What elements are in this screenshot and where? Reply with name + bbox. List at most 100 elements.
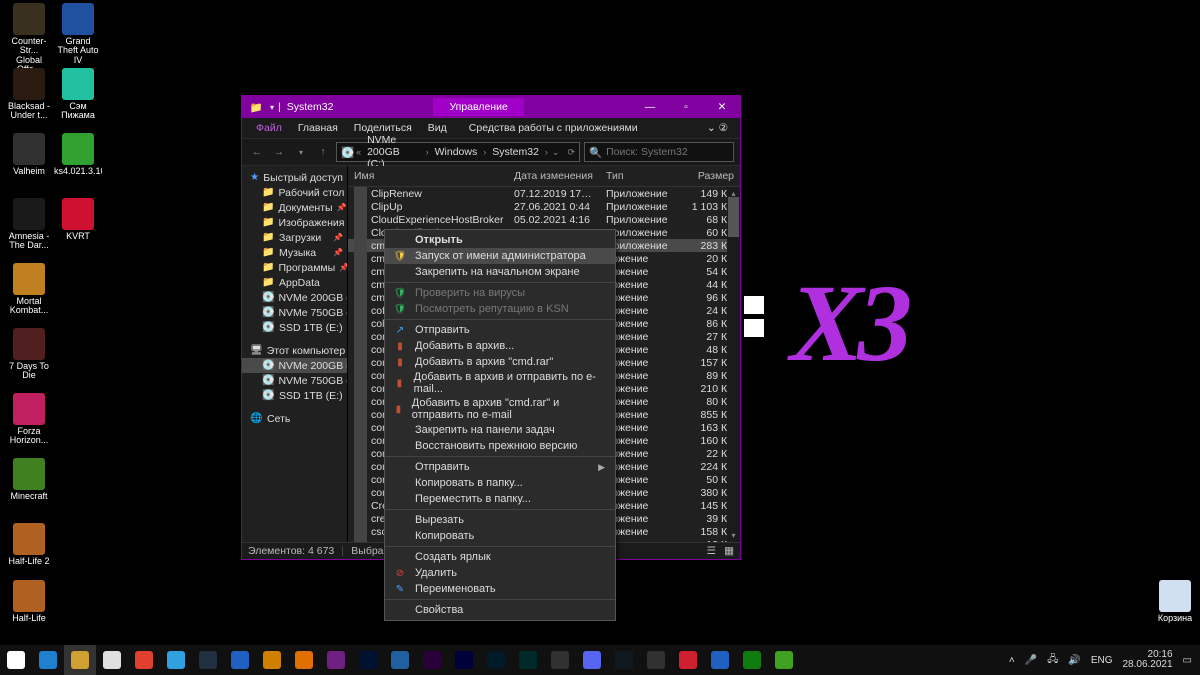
desktop-shortcut[interactable]: Blacksad - Under t...: [6, 68, 52, 121]
menu-item[interactable]: Отправить▶: [385, 459, 615, 475]
taskbar-app-start[interactable]: [0, 645, 32, 675]
taskbar-app-steam[interactable]: [192, 645, 224, 675]
menu-item[interactable]: ⊘Удалить: [385, 565, 615, 581]
search-input[interactable]: [606, 146, 741, 158]
tab-view[interactable]: Вид: [420, 119, 455, 137]
minimize-button[interactable]: —: [632, 96, 668, 118]
desktop-shortcut[interactable]: Mortal Kombat...: [6, 263, 52, 316]
menu-item[interactable]: Свойства: [385, 602, 615, 618]
nav-item[interactable]: 💽NVMe 200GB (C:): [242, 290, 347, 305]
desktop-shortcut[interactable]: Counter-Str... Global Offe...: [6, 3, 52, 75]
menu-item[interactable]: 🛡Запуск от имени администратора: [385, 248, 615, 264]
nav-item[interactable]: 💽NVMe 200GB (C:): [242, 358, 347, 373]
nav-this-pc[interactable]: 🖥Этот компьютер: [242, 343, 347, 358]
taskbar-app-discord[interactable]: [576, 645, 608, 675]
tab-app-tools[interactable]: Средства работы с приложениями: [461, 119, 646, 137]
menu-item[interactable]: Закрепить на начальном экране: [385, 264, 615, 280]
file-row[interactable]: ClipRenew07.12.2019 17:39Приложение149 К…: [348, 187, 740, 200]
menu-item[interactable]: ↗Отправить: [385, 322, 615, 338]
refresh-icon[interactable]: ⟳: [567, 147, 575, 158]
taskbar-app-steam2[interactable]: [608, 645, 640, 675]
volume-icon[interactable]: 🔊: [1068, 655, 1080, 666]
close-button[interactable]: ✕: [704, 96, 740, 118]
nav-item[interactable]: 📁Документы📌: [242, 200, 347, 215]
nav-item[interactable]: 📁Программы📌: [242, 260, 347, 275]
details-view-icon[interactable]: ☰: [707, 545, 716, 557]
tray-overflow-icon[interactable]: ˄: [1009, 655, 1015, 666]
file-row[interactable]: ClipUp27.06.2021 0:44Приложение1 103 КБ: [348, 200, 740, 213]
desktop-shortcut[interactable]: Half-Life: [6, 580, 52, 623]
desktop-shortcut[interactable]: Half-Life 2: [6, 523, 52, 566]
crumb-seg[interactable]: Windows: [431, 146, 482, 158]
network-icon[interactable]: 🖧: [1047, 652, 1058, 669]
breadcrumb[interactable]: 💽 « NVMe 200GB (C:) › Windows › System32…: [336, 142, 580, 162]
desktop-shortcut[interactable]: 7 Days To Die: [6, 328, 52, 381]
nav-item[interactable]: 📁Рабочий стол📌: [242, 185, 347, 200]
taskbar-app-djvu[interactable]: [320, 645, 352, 675]
taskbar-app-premiere[interactable]: [416, 645, 448, 675]
desktop-shortcut[interactable]: Forza Horizon...: [6, 393, 52, 446]
taskbar-app-explorer[interactable]: [64, 645, 96, 675]
taskbar-app-lightroom[interactable]: [480, 645, 512, 675]
taskbar-app-mpc[interactable]: [384, 645, 416, 675]
taskbar-app-aimp[interactable]: [256, 645, 288, 675]
language-indicator[interactable]: ENG: [1091, 655, 1113, 666]
context-menu[interactable]: Открыть🛡Запуск от имени администратораЗа…: [384, 229, 616, 621]
menu-item[interactable]: Переместить в папку...: [385, 491, 615, 507]
nav-item[interactable]: 📁AppData: [242, 275, 347, 290]
taskbar-app-notepad[interactable]: [96, 645, 128, 675]
taskbar-app-aftereffects[interactable]: [448, 645, 480, 675]
menu-item[interactable]: Создать ярлык: [385, 549, 615, 565]
nav-quick-access[interactable]: ★Быстрый доступ: [242, 170, 347, 185]
up-button[interactable]: ↑: [314, 143, 332, 161]
system-tray[interactable]: ˄ 🎤 🖧 🔊 ENG 20:16 28.06.2021 ▭: [1009, 650, 1200, 671]
taskbar-app-task-view[interactable]: [32, 645, 64, 675]
menu-item[interactable]: ✎Переименовать: [385, 581, 615, 597]
menu-item[interactable]: Восстановить прежнюю версию: [385, 438, 615, 454]
taskbar-app-chrome[interactable]: [128, 645, 160, 675]
desktop-shortcut[interactable]: Grand Theft Auto IV: [55, 3, 101, 65]
taskbar-app-vlc[interactable]: [288, 645, 320, 675]
desktop-shortcut[interactable]: Valheim: [6, 133, 52, 176]
taskbar-app-audition[interactable]: [512, 645, 544, 675]
nav-item[interactable]: 💽NVMe 750GB (D:): [242, 373, 347, 388]
desktop-shortcut[interactable]: KVRT: [55, 198, 101, 241]
nav-item[interactable]: 📁Музыка📌: [242, 245, 347, 260]
menu-item[interactable]: Закрепить на панели задач: [385, 422, 615, 438]
scroll-down-icon[interactable]: ▾: [727, 529, 740, 542]
col-size[interactable]: Размер: [682, 168, 740, 184]
menu-item[interactable]: ▮Добавить в архив "cmd.rar": [385, 354, 615, 370]
taskbar[interactable]: ˄ 🎤 🖧 🔊 ENG 20:16 28.06.2021 ▭: [0, 645, 1200, 675]
menu-item[interactable]: Копировать в папку...: [385, 475, 615, 491]
taskbar-app-utorrent[interactable]: [768, 645, 800, 675]
tiles-view-icon[interactable]: ▦: [724, 545, 734, 557]
forward-button[interactable]: →: [270, 143, 288, 161]
file-row[interactable]: CloudExperienceHostBroker05.02.2021 4:16…: [348, 213, 740, 226]
taskbar-app-battle[interactable]: [704, 645, 736, 675]
taskbar-app-xbox[interactable]: [736, 645, 768, 675]
desktop-shortcut[interactable]: Корзина: [1152, 580, 1198, 623]
tab-file[interactable]: Файл: [248, 119, 290, 137]
menu-item[interactable]: ▮Добавить в архив "cmd.rar" и отправить …: [385, 396, 615, 422]
crumb-seg[interactable]: System32: [488, 146, 543, 158]
desktop-shortcut[interactable]: Minecraft: [6, 458, 52, 501]
desktop-shortcut[interactable]: Amnesia - The Dar...: [6, 198, 52, 251]
scrollbar[interactable]: ▴ ▾: [727, 187, 740, 542]
nav-item[interactable]: 💽NVMe 750GB (D:): [242, 305, 347, 320]
clock[interactable]: 20:16 28.06.2021: [1122, 650, 1172, 671]
taskbar-app-word[interactable]: [224, 645, 256, 675]
nav-network[interactable]: 🌐Сеть: [242, 411, 347, 426]
notifications-icon[interactable]: ▭: [1183, 655, 1192, 666]
desktop-shortcut[interactable]: Сэм Пижама: [55, 68, 101, 121]
manage-tab[interactable]: Управление: [433, 98, 523, 116]
taskbar-app-obs2[interactable]: [640, 645, 672, 675]
desktop-shortcut[interactable]: ks4.021.3.10...: [55, 133, 101, 176]
navigation-pane[interactable]: ★Быстрый доступ 📁Рабочий стол📌📁Документы…: [242, 166, 348, 542]
col-type[interactable]: Тип: [600, 168, 682, 184]
col-name[interactable]: Имя: [348, 168, 508, 184]
crumb-seg[interactable]: NVMe 200GB (C:): [363, 134, 424, 170]
menu-item[interactable]: ▮Добавить в архив...: [385, 338, 615, 354]
search-box[interactable]: 🔍: [584, 142, 734, 162]
taskbar-app-photoshop[interactable]: [352, 645, 384, 675]
column-headers[interactable]: Имя Дата изменения Тип Размер: [348, 166, 740, 187]
